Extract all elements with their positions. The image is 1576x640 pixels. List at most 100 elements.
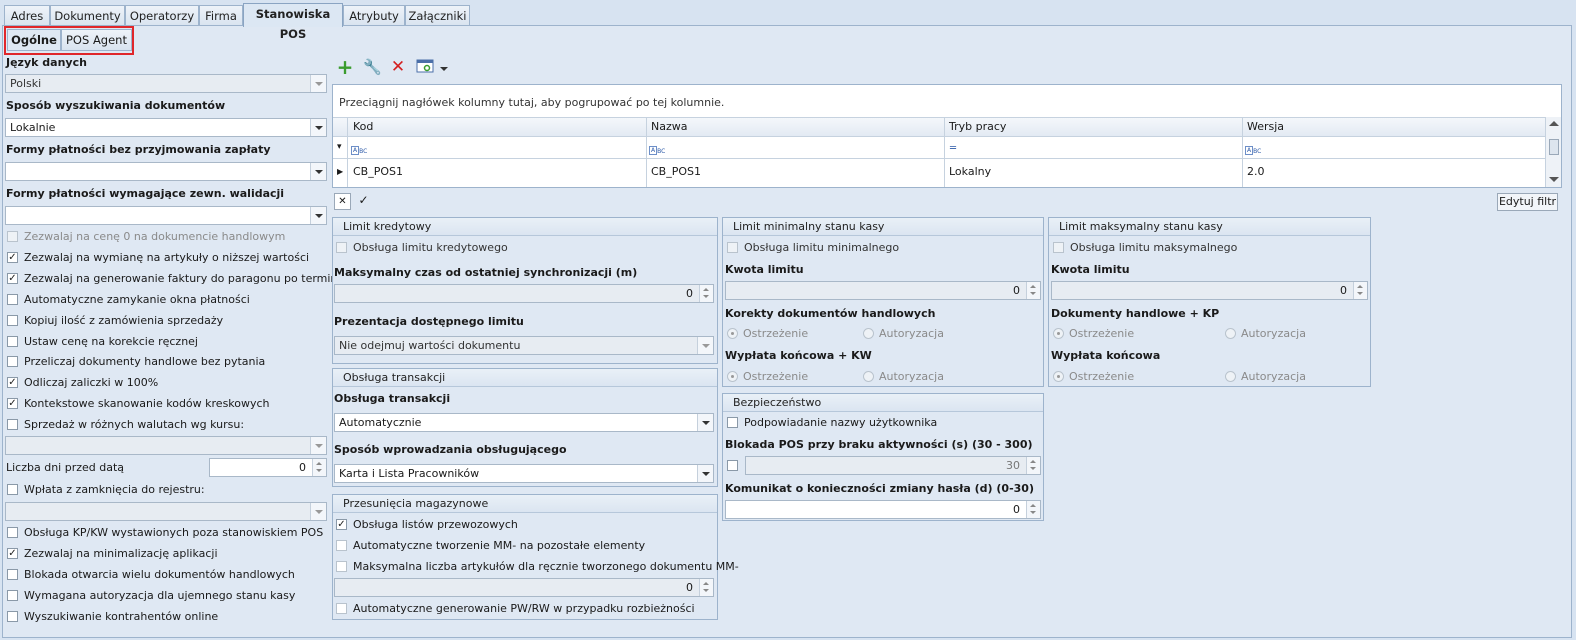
radio-icon[interactable] — [863, 328, 874, 339]
checkbox-icon[interactable] — [7, 589, 18, 601]
option-checkbox[interactable]: ✓ Zezwalaj na generowanie faktury do para… — [7, 271, 347, 287]
wyplata-kw-ostrzezenie-radio[interactable]: Ostrzeżenie — [727, 370, 808, 384]
table-cell[interactable]: CB_POS1 — [647, 163, 701, 181]
dok-autoryzacja-radio[interactable]: Autoryzacja — [1225, 327, 1306, 341]
delete-icon[interactable]: ✕ — [389, 59, 407, 77]
formy-bez-select[interactable] — [5, 162, 327, 181]
option-checkbox[interactable]: ✓ Zezwalaj na minimalizację aplikacji — [7, 546, 218, 562]
max-liczba-checkbox[interactable]: Maksymalna liczba artykułów dla ręcznie … — [336, 559, 739, 575]
edit-filter-button[interactable]: Edytuj filtr — [1497, 193, 1558, 211]
auto-mm-checkbox[interactable]: Automatyczne tworzenie MM- na pozostałe … — [336, 538, 645, 554]
spinner-icon[interactable] — [1026, 501, 1040, 518]
option-checkbox[interactable]: Automatyczne zamykanie okna płatności — [7, 292, 250, 308]
option-checkbox[interactable]: Wyszukiwanie kontrahentów online — [7, 609, 218, 625]
tab-firma[interactable]: Firma — [199, 5, 243, 26]
tab-dokumenty[interactable]: Dokumenty — [50, 5, 125, 26]
chevron-down-icon[interactable] — [310, 207, 326, 224]
limit-kredytowy-checkbox[interactable]: Obsługa limitu kredytowego — [336, 240, 508, 256]
add-icon[interactable]: + — [336, 57, 354, 77]
chevron-down-icon[interactable] — [310, 163, 326, 180]
option-checkbox[interactable]: ✓ Odliczaj zaliczki w 100% — [7, 375, 158, 391]
kwota-limitu-min-input[interactable]: 0 — [725, 281, 1041, 300]
wplata-checkbox[interactable]: Wpłata z zamknięcia do rejestru: — [7, 482, 205, 498]
option-checkbox[interactable]: Zezwalaj na cenę 0 na dokumencie handlow… — [7, 229, 285, 245]
komunikat-input[interactable]: 0 — [725, 500, 1041, 519]
radio-icon[interactable] — [727, 371, 738, 382]
table-cell[interactable]: 2.0 — [1243, 163, 1265, 181]
formy-wym-select[interactable] — [5, 206, 327, 225]
podpowiadanie-checkbox[interactable]: Podpowiadanie nazwy użytkownika — [727, 415, 937, 431]
option-checkbox[interactable]: ✓ Kontekstowe skanowanie kodów kreskowych — [7, 396, 270, 412]
radio-icon[interactable] — [863, 371, 874, 382]
checkbox-icon[interactable] — [7, 568, 18, 580]
apply-filter-icon[interactable]: ✓ — [355, 193, 372, 210]
prezentacja-select[interactable]: Nie odejmuj wartości dokumentu — [334, 336, 714, 355]
radio-icon[interactable] — [727, 328, 738, 339]
wyplata-autoryzacja-radio[interactable]: Autoryzacja — [1225, 370, 1306, 384]
tab-stanowiska-pos[interactable]: Stanowiska POS — [243, 3, 343, 41]
chevron-down-icon[interactable] — [310, 437, 326, 454]
column-header[interactable]: Tryb pracy — [945, 118, 1006, 136]
spinner-icon[interactable] — [699, 579, 713, 596]
column-header[interactable]: Wersja — [1243, 118, 1284, 136]
wyplata-ostrzezenie-radio[interactable]: Ostrzeżenie — [1053, 370, 1134, 384]
radio-icon[interactable] — [1053, 371, 1064, 382]
abc-filter-icon[interactable]: A BC — [649, 143, 665, 156]
option-checkbox[interactable]: Obsługa KP/KW wystawionych poza stanowis… — [7, 525, 323, 541]
wyplata-kw-autoryzacja-radio[interactable]: Autoryzacja — [863, 370, 944, 384]
option-checkbox[interactable]: Przeliczaj dokumenty handlowe bez pytani… — [7, 354, 265, 370]
abc-filter-icon[interactable]: A BC — [1245, 143, 1261, 156]
checkbox-icon[interactable] — [727, 417, 738, 428]
blokada-checkbox[interactable] — [727, 458, 744, 474]
spinner-icon[interactable] — [1353, 282, 1367, 299]
clear-filter-icon[interactable]: ✕ — [334, 193, 351, 210]
checkbox-icon[interactable] — [7, 293, 18, 305]
checkbox-icon[interactable] — [336, 561, 347, 572]
checkbox-icon[interactable] — [7, 484, 18, 495]
checkbox-icon[interactable] — [727, 242, 738, 253]
checkbox-icon[interactable]: ✓ — [7, 272, 18, 284]
checkbox-icon[interactable]: ✓ — [7, 377, 18, 389]
blokada-input[interactable]: 30 — [745, 456, 1041, 475]
spinner-icon[interactable] — [699, 285, 713, 302]
checkbox-icon[interactable] — [7, 527, 18, 538]
checkbox-icon[interactable] — [7, 419, 18, 431]
radio-icon[interactable] — [1225, 328, 1236, 339]
tab-adres[interactable]: Adres — [4, 5, 50, 26]
radio-icon[interactable] — [1053, 328, 1064, 339]
view-dropdown-icon[interactable] — [438, 59, 450, 77]
chevron-down-icon[interactable] — [697, 465, 713, 482]
column-header[interactable]: Nazwa — [647, 118, 687, 136]
checkbox-icon[interactable] — [7, 356, 18, 368]
max-czas-input[interactable]: 0 — [334, 284, 714, 303]
checkbox-icon[interactable] — [1053, 242, 1064, 253]
table-row[interactable]: CB_POS1 — [349, 163, 403, 181]
chevron-down-icon[interactable] — [310, 119, 326, 136]
option-checkbox[interactable]: Ustaw cenę na korekcie ręcznej — [7, 334, 198, 350]
sposob-select[interactable]: Lokalnie — [5, 118, 327, 137]
option-checkbox[interactable]: Kopiuj ilość z zamówienia sprzedaży — [7, 313, 223, 329]
auto-pwrw-checkbox[interactable]: Automatyczne generowanie PW/RW w przypad… — [336, 601, 695, 617]
checkbox-icon[interactable]: ✓ — [7, 251, 18, 263]
wplata-select[interactable] — [5, 502, 327, 521]
liczba-dni-input[interactable]: 0 — [209, 458, 327, 477]
chevron-down-icon[interactable] — [697, 414, 713, 431]
spinner-icon[interactable] — [1026, 282, 1040, 299]
checkbox-icon[interactable] — [7, 335, 18, 347]
table-cell[interactable]: Lokalny — [945, 163, 991, 181]
tab-zalaczniki[interactable]: Załączniki — [405, 5, 470, 26]
tab-operatorzy[interactable]: Operatorzy — [125, 5, 199, 26]
view-icon[interactable] — [415, 59, 435, 77]
option-checkbox[interactable]: Sprzedaż w różnych walutach wg kursu: — [7, 417, 244, 433]
limit-maksymalny-checkbox[interactable]: Obsługa limitu maksymalnego — [1053, 240, 1237, 256]
equals-filter-icon[interactable]: ═ — [950, 143, 956, 154]
spinner-icon[interactable] — [312, 459, 326, 476]
scrollbar[interactable] — [1545, 117, 1561, 187]
checkbox-icon[interactable] — [727, 460, 738, 471]
chevron-down-icon[interactable] — [697, 337, 713, 354]
sposob-wprowadzania-select[interactable]: Karta i Lista Pracowników — [334, 464, 714, 483]
dok-ostrzezenie-radio[interactable]: Ostrzeżenie — [1053, 327, 1134, 341]
korekty-ostrzezenie-radio[interactable]: Ostrzeżenie — [727, 327, 808, 341]
listy-przewozowe-checkbox[interactable]: ✓ Obsługa listów przewozowych — [336, 517, 518, 533]
checkbox-icon[interactable] — [336, 603, 347, 614]
